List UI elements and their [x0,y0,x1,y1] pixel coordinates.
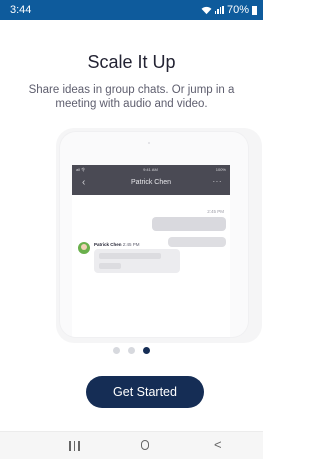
page-title: Scale It Up [87,52,176,72]
mockup-sender-line: Patrick Chen 2:45 PM [94,242,140,247]
status-icons: 70% [201,4,257,16]
back-icon[interactable]: < [214,438,222,452]
page-subtitle: Share ideas in group chats. Or jump in a… [28,84,235,110]
mockup-status-left: all 令 [76,167,86,172]
mockup-status-line: all 令 9:41 AM 100% [76,167,226,173]
mockup-status-right: 100% [215,167,226,172]
home-icon[interactable] [141,440,149,450]
battery-icon [252,5,257,15]
status-time: 3:44 [10,4,32,16]
mockup-screen: all 令 9:41 AM 100% ‹ Patrick Chen ··· 2:… [72,165,230,337]
mockup-sender-time: 2:45 PM [122,242,140,247]
recents-icon[interactable] [69,441,80,451]
mockup-outgoing-bubble [152,217,226,231]
mockup-status-time: 9:41 AM [143,167,158,172]
mockup-more-icon: ··· [212,177,222,186]
mockup-chat-title: Patrick Chen [130,179,172,186]
mockup-incoming-bubble [94,249,180,273]
signal-icon [214,6,224,14]
mockup-outgoing-bubble-2 [168,237,226,247]
status-bar: 3:44 70% [0,0,263,20]
mockup-sender-name: Patrick Chen [94,242,122,247]
get-started-button[interactable]: Get Started [86,376,204,408]
page-dot-3-active[interactable] [143,347,150,354]
mockup-chat-header: all 令 9:41 AM 100% ‹ Patrick Chen ··· [72,165,230,195]
mockup-avatar [77,241,91,255]
page-dot-1[interactable] [113,347,120,354]
navigation-bar: < [0,431,263,459]
page-indicator [0,347,263,354]
mockup-incoming-line-2 [99,263,121,269]
phone-mockup: all 令 9:41 AM 100% ‹ Patrick Chen ··· 2:… [60,132,248,337]
battery-percent: 70% [226,4,249,16]
mockup-outgoing-time: 2:45 PM [207,209,224,214]
mockup-incoming-line-1 [99,253,161,259]
wifi-icon [201,6,212,14]
mockup-speaker [148,142,150,144]
page-dot-2[interactable] [128,347,135,354]
